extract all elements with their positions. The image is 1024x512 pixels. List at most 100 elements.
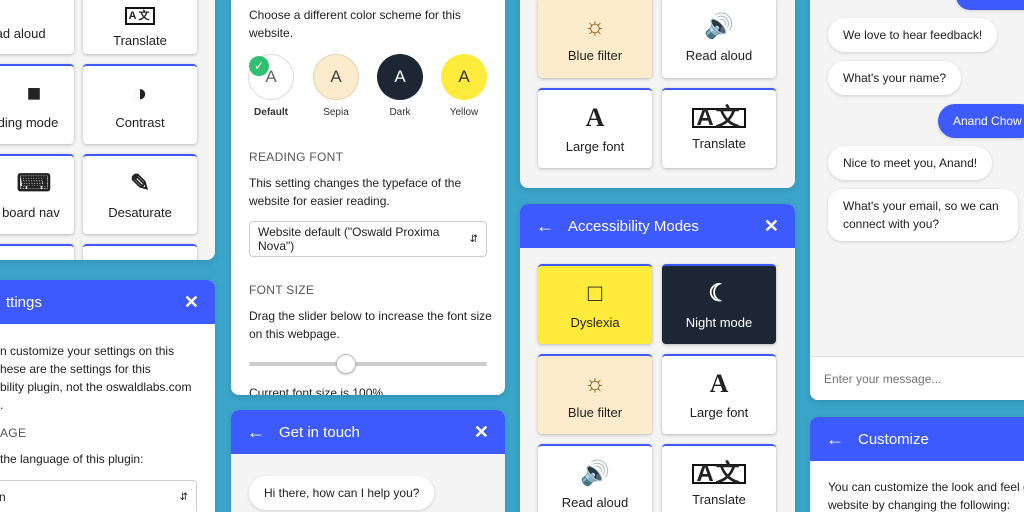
- chat-message: Nice to meet you, Anand!: [828, 146, 993, 180]
- sun-icon: ☼: [584, 369, 606, 397]
- tile-large-font[interactable]: A Large font: [662, 354, 776, 434]
- intro-line: hese are the settings for this: [0, 362, 151, 376]
- tile-label: Blue filter: [567, 404, 623, 420]
- chat-message: We love to hear feedback!: [828, 18, 998, 52]
- modes-tiles-panel: ☼ Blue filter 🔊 Read aloud A Large font …: [520, 0, 795, 188]
- language-section-label: AGE: [0, 426, 27, 440]
- tile-read-aloud[interactable]: 🔊 Read aloud: [662, 0, 776, 78]
- text-line: This setting changes the typeface of the: [249, 176, 462, 190]
- tile-label: Desaturate: [108, 204, 172, 220]
- chat-message-user: [956, 0, 1024, 10]
- moon-icon: ☾: [708, 279, 730, 307]
- tile-label: Translate: [692, 491, 746, 507]
- chat-area: Hi there, how can I help you?: [231, 454, 505, 512]
- chat-messages-area: We love to hear feedback! What's your na…: [810, 0, 1024, 356]
- tile-label: Contrast: [115, 114, 165, 130]
- font-size-slider-track[interactable]: [249, 362, 487, 366]
- chat-panel: We love to hear feedback! What's your na…: [810, 0, 1024, 400]
- tile-read-aloud[interactable]: ead aloud: [0, 0, 74, 54]
- speaker-icon: 🔊: [580, 459, 610, 487]
- tile-label: Read aloud: [561, 494, 629, 510]
- message-input[interactable]: [810, 356, 1024, 400]
- back-arrow-icon[interactable]: ←: [247, 422, 265, 443]
- accessibility-modes-title: Accessibility Modes: [568, 217, 699, 235]
- left-tiles-panel: ead aloud A文 Translate ■ ding mode ◑ Con…: [0, 0, 215, 260]
- keyboard-icon: ⌨: [16, 169, 52, 197]
- scheme-letter: A: [458, 67, 470, 86]
- reading-icon: □: [587, 279, 603, 307]
- back-arrow-icon[interactable]: ←: [536, 216, 554, 237]
- tile-keyboard-nav[interactable]: ⌨ board nav: [0, 154, 74, 234]
- customize-panel: ← Customize You can customize the look a…: [810, 417, 1024, 512]
- chat-message-user: Anand Chow: [938, 104, 1024, 138]
- tile-blue-filter[interactable]: ☼ Blue filter: [538, 0, 652, 78]
- font-select-value: Website default ("Oswald Proxima Nova"): [258, 225, 440, 253]
- text-line: Drag the slider below to increase the fo…: [249, 309, 492, 323]
- tile-label: Night mode: [685, 314, 753, 330]
- tile-label: ding mode: [0, 114, 59, 130]
- book-icon: ■: [26, 79, 42, 107]
- scheme-letter: A: [330, 67, 342, 86]
- scheme-intro: Choose a different color scheme for this…: [249, 6, 461, 42]
- scheme-label-dark: Dark: [389, 107, 411, 118]
- tile-translate[interactable]: A文 Translate: [662, 444, 776, 512]
- scheme-dark[interactable]: A: [377, 54, 423, 100]
- color-scheme-panel: Choose a different color scheme for this…: [231, 0, 505, 395]
- sun-icon: ☼: [584, 12, 606, 40]
- tile-contrast[interactable]: ◑ Contrast: [83, 64, 197, 144]
- font-icon: A: [585, 102, 605, 132]
- close-icon[interactable]: ✕: [764, 216, 779, 237]
- tile-large-font[interactable]: A Large font: [538, 88, 652, 168]
- intro-line: bility plugin, not the oswaldlabs.com: [0, 380, 192, 394]
- text-line: on this webpage.: [249, 327, 340, 341]
- get-in-touch-title: Get in touch: [279, 423, 360, 441]
- tile-translate[interactable]: A文 Translate: [83, 0, 197, 54]
- tile-partial[interactable]: [0, 244, 74, 260]
- close-icon[interactable]: ✕: [184, 292, 199, 313]
- text-line: website for easier reading.: [249, 194, 390, 208]
- tile-label: Translate: [692, 135, 746, 151]
- tile-read-aloud[interactable]: 🔊 Read aloud: [538, 444, 652, 512]
- scheme-label-yellow: Yellow: [449, 107, 479, 118]
- reading-font-text: This setting changes the typeface of the…: [249, 174, 461, 210]
- brush-icon: ✎: [129, 169, 151, 197]
- translate-icon: A文: [692, 105, 746, 129]
- accessibility-modes-header: ← Accessibility Modes ✕: [520, 204, 795, 248]
- settings-intro: n customize your settings on this hese a…: [0, 342, 215, 414]
- chat-message: What's your name?: [828, 61, 962, 95]
- language-select[interactable]: n ⇵: [0, 480, 197, 512]
- tile-blue-filter[interactable]: ☼ Blue filter: [538, 354, 652, 434]
- scheme-label-sepia: Sepia: [323, 107, 349, 118]
- chat-message: Hi there, how can I help you?: [249, 476, 435, 510]
- scheme-yellow[interactable]: A: [441, 54, 487, 100]
- tile-desaturate[interactable]: ✎ Desaturate: [83, 154, 197, 234]
- close-icon[interactable]: ✕: [474, 422, 489, 443]
- reading-font-label: READING FONT: [249, 150, 344, 164]
- get-in-touch-panel: ← Get in touch ✕ Hi there, how can I hel…: [231, 410, 505, 512]
- tile-reading-mode[interactable]: ■ ding mode: [0, 64, 74, 144]
- customize-title: Customize: [858, 430, 929, 448]
- scheme-sepia[interactable]: A: [313, 54, 359, 100]
- current-font-size: Current font size is 100%: [249, 386, 384, 395]
- intro-line: Choose a different color scheme for this: [249, 8, 461, 22]
- scheme-label-default: Default: [254, 107, 288, 118]
- text-line: website by changing the following:: [828, 498, 1011, 512]
- settings-header: ttings ✕: [0, 280, 215, 324]
- tile-partial[interactable]: [83, 244, 197, 260]
- tile-label: board nav: [2, 204, 60, 220]
- tile-night-mode[interactable]: ☾ Night mode: [662, 264, 776, 344]
- back-arrow-icon[interactable]: ←: [826, 429, 844, 450]
- chat-message: What's your email, so we can connect wit…: [828, 189, 1018, 241]
- customize-header: ← Customize: [810, 417, 1024, 461]
- intro-line: n customize your settings on this: [0, 344, 175, 358]
- tile-dyslexia[interactable]: □ Dyslexia: [538, 264, 652, 344]
- font-size-slider-thumb[interactable]: [336, 354, 357, 374]
- settings-title: ttings: [6, 293, 42, 311]
- tile-label: Blue filter: [567, 47, 623, 63]
- tile-translate[interactable]: A文 Translate: [662, 88, 776, 168]
- font-select[interactable]: Website default ("Oswald Proxima Nova") …: [249, 221, 487, 257]
- tile-label: Large font: [689, 404, 749, 420]
- tile-label: Read aloud: [685, 47, 753, 63]
- chevron-updown-icon: ⇵: [469, 233, 478, 245]
- scheme-letter: A: [394, 67, 406, 86]
